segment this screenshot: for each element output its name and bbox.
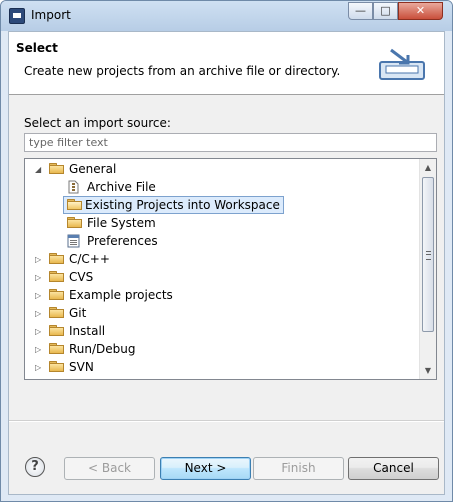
tree-item-label: General <box>69 162 117 176</box>
maximize-icon: □ <box>380 4 391 17</box>
window-title: Import <box>31 8 71 22</box>
folder-icon <box>49 325 64 336</box>
cancel-button[interactable]: Cancel <box>348 457 439 480</box>
import-dialog: Import — □ ✕ Select Create new projects … <box>0 0 453 502</box>
maximize-button[interactable]: □ <box>373 2 398 20</box>
import-source-tree[interactable]: ◢ General Archive File Existing Projects… <box>24 158 437 380</box>
folder-icon <box>49 271 64 282</box>
collapsed-arrow-icon[interactable]: ▷ <box>35 309 44 318</box>
import-source-label: Select an import source: <box>24 116 171 130</box>
tree-vertical-scrollbar[interactable]: ▲ ▼ <box>419 159 436 379</box>
collapsed-arrow-icon[interactable]: ▷ <box>35 291 44 300</box>
scroll-down-icon[interactable]: ▼ <box>420 362 436 379</box>
wizard-header: Select Create new projects from an archi… <box>9 32 444 95</box>
expanded-arrow-icon[interactable]: ◢ <box>35 165 44 174</box>
tree-item-label: Install <box>69 324 106 338</box>
folder-icon <box>49 289 64 300</box>
tree-item-label: Existing Projects into Workspace <box>85 198 280 212</box>
page-title: Select <box>16 41 58 55</box>
folder-icon <box>67 217 82 228</box>
grip-icon <box>426 251 431 260</box>
tree-item-label: C/C++ <box>69 252 110 266</box>
collapsed-arrow-icon[interactable]: ▷ <box>35 345 44 354</box>
tree-item-label: Archive File <box>87 180 156 194</box>
collapsed-arrow-icon[interactable]: ▷ <box>35 255 44 264</box>
tree-item-label: Git <box>69 306 87 320</box>
tree-item-label: Example projects <box>69 288 173 302</box>
help-icon: ? <box>31 459 39 474</box>
collapsed-arrow-icon[interactable]: ▷ <box>35 363 44 372</box>
help-button[interactable]: ? <box>25 457 45 477</box>
next-button[interactable]: Next > <box>160 457 251 480</box>
tree-item-label: File System <box>87 216 156 230</box>
app-icon <box>9 8 25 24</box>
dialog-content: Select Create new projects from an archi… <box>8 31 445 495</box>
footer-separator <box>9 420 444 422</box>
title-bar[interactable]: Import — □ ✕ <box>1 1 452 31</box>
close-button[interactable]: ✕ <box>398 2 443 20</box>
filter-input[interactable] <box>24 133 437 152</box>
page-description: Create new projects from an archive file… <box>24 64 341 78</box>
tree-item-label: Run/Debug <box>69 342 136 356</box>
minimize-icon: — <box>355 4 366 17</box>
collapsed-arrow-icon[interactable]: ▷ <box>35 327 44 336</box>
collapsed-arrow-icon[interactable]: ▷ <box>35 273 44 282</box>
folder-icon <box>49 343 64 354</box>
preferences-icon <box>67 234 80 248</box>
folder-icon <box>49 361 64 372</box>
archive-file-icon <box>68 180 79 194</box>
open-project-folder-icon <box>67 199 82 210</box>
tree-item-label: CVS <box>69 270 94 284</box>
import-banner-icon <box>379 48 425 80</box>
folder-icon <box>49 163 64 174</box>
tree-item-label: Preferences <box>87 234 158 248</box>
close-icon: ✕ <box>415 4 426 17</box>
tree-item-existing-projects[interactable]: Existing Projects into Workspace <box>63 196 284 214</box>
folder-icon <box>49 253 64 264</box>
minimize-button[interactable]: — <box>348 2 373 20</box>
scrollbar-thumb[interactable] <box>422 177 434 332</box>
scroll-up-icon[interactable]: ▲ <box>420 159 436 176</box>
tree-item-label: SVN <box>69 360 94 374</box>
finish-button[interactable]: Finish <box>253 457 344 480</box>
back-button[interactable]: < Back <box>64 457 155 480</box>
selection-highlight: Existing Projects into Workspace <box>63 196 284 214</box>
folder-icon <box>49 307 64 318</box>
